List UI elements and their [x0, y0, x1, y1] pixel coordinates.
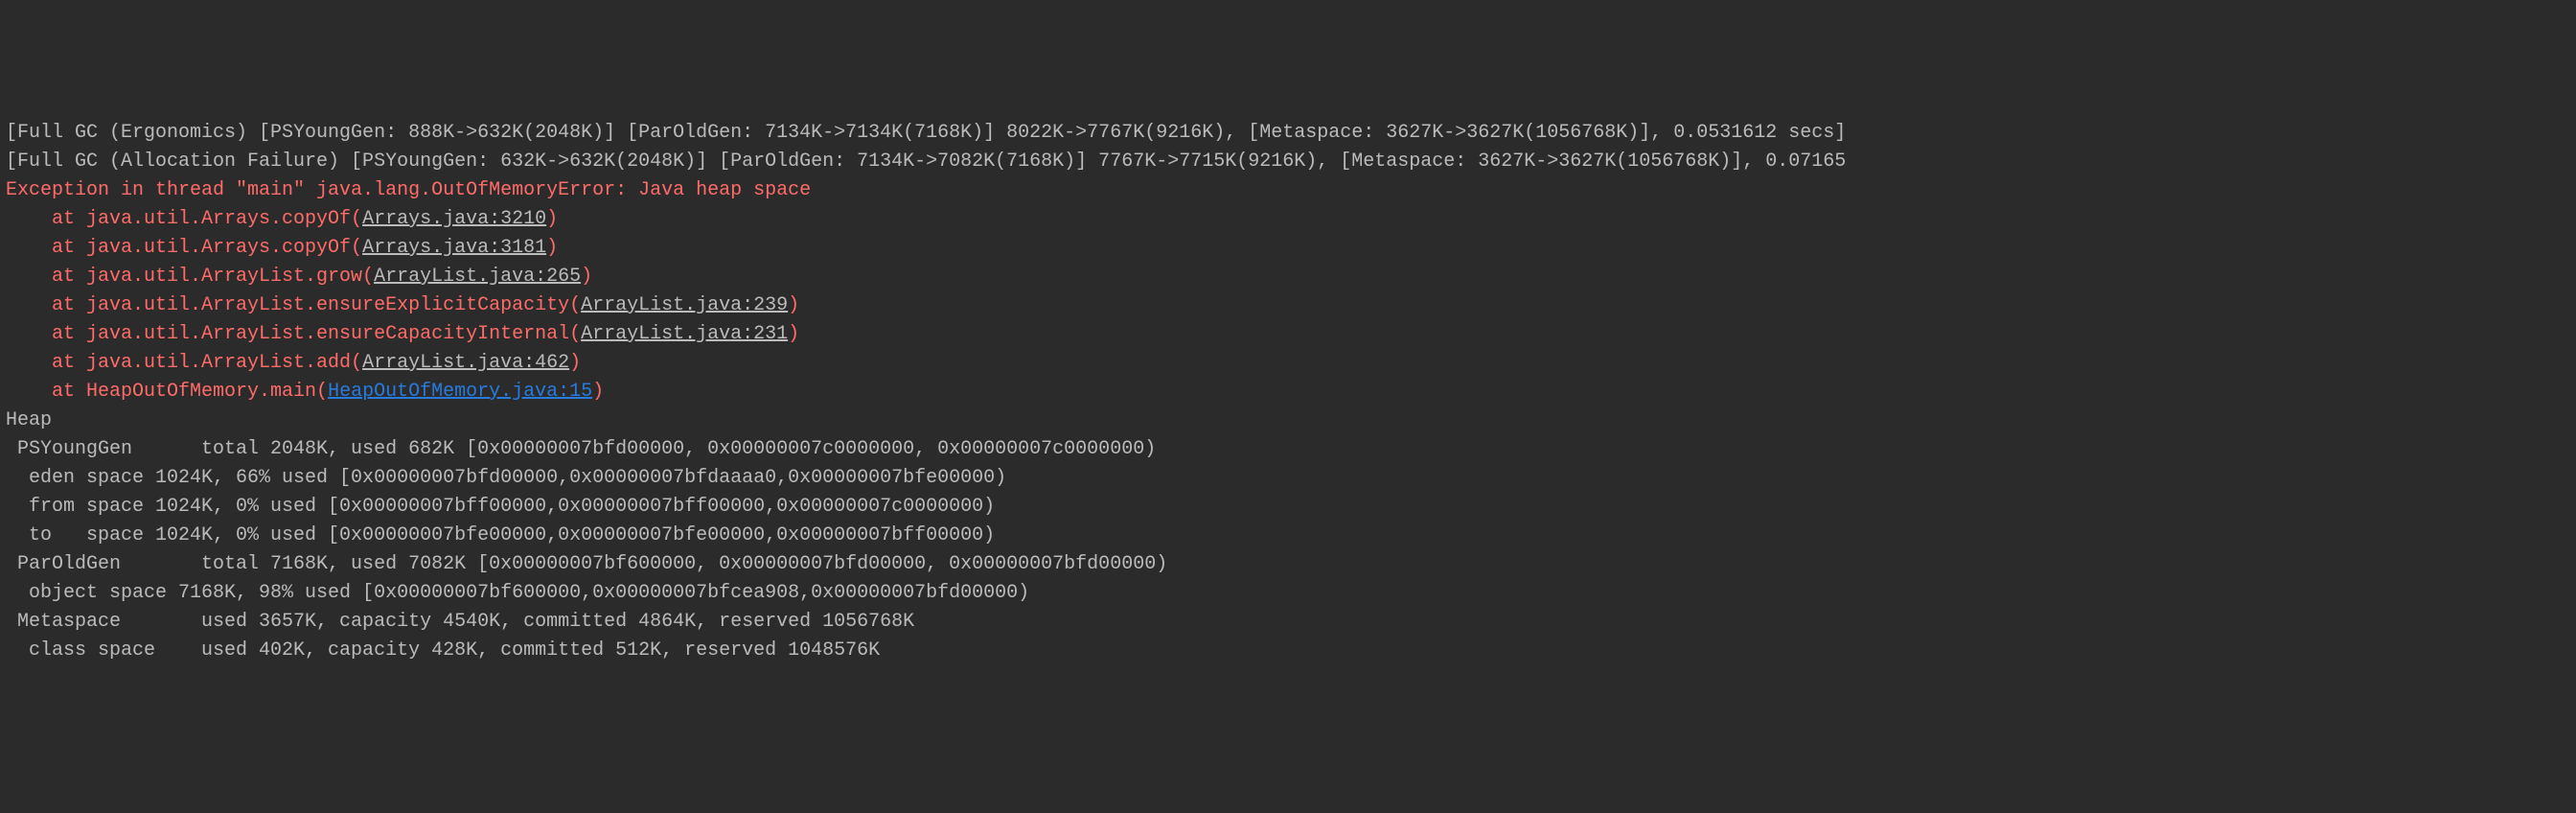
stacktrace-suffix: ): [788, 323, 799, 345]
stacktrace-source-link[interactable]: Arrays.java:3210: [362, 208, 546, 230]
heap-dump-text: object space 7168K, 98% used [0x00000007…: [6, 582, 1029, 604]
stacktrace-source-link[interactable]: ArrayList.java:265: [374, 266, 581, 288]
heap-dump-line: class space used 402K, capacity 428K, co…: [6, 637, 2570, 665]
heap-dump-text: eden space 1024K, 66% used [0x00000007bf…: [6, 467, 1006, 489]
heap-dump-text: class space used 402K, capacity 428K, co…: [6, 639, 880, 662]
stacktrace-source-link[interactable]: ArrayList.java:462: [362, 352, 569, 374]
stacktrace-source-link[interactable]: HeapOutOfMemory.java:15: [328, 381, 592, 403]
gc-log-line: [Full GC (Ergonomics) [PSYoungGen: 888K-…: [6, 119, 2570, 148]
stacktrace-prefix: at java.util.ArrayList.ensureCapacityInt…: [6, 323, 581, 345]
console-output: [Full GC (Ergonomics) [PSYoungGen: 888K-…: [6, 119, 2570, 665]
stacktrace-line: at java.util.Arrays.copyOf(Arrays.java:3…: [6, 205, 2570, 234]
stacktrace-prefix: at java.util.ArrayList.ensureExplicitCap…: [6, 294, 581, 316]
stacktrace-suffix: ): [569, 352, 581, 374]
stacktrace-suffix: ): [581, 266, 592, 288]
heap-dump-text: Heap: [6, 409, 52, 431]
stacktrace-line: at java.util.ArrayList.ensureCapacityInt…: [6, 320, 2570, 349]
stacktrace-suffix: ): [546, 237, 558, 259]
stacktrace-line: at java.util.ArrayList.ensureExplicitCap…: [6, 291, 2570, 320]
stacktrace-prefix: at java.util.ArrayList.grow(: [6, 266, 374, 288]
exception-header-text: Exception in thread "main" java.lang.Out…: [6, 179, 811, 201]
stacktrace-suffix: ): [788, 294, 799, 316]
gc-log-line: [Full GC (Allocation Failure) [PSYoungGe…: [6, 148, 2570, 176]
stacktrace-line: at HeapOutOfMemory.main(HeapOutOfMemory.…: [6, 378, 2570, 406]
exception-header-line: Exception in thread "main" java.lang.Out…: [6, 176, 2570, 205]
heap-dump-text: to space 1024K, 0% used [0x00000007bfe00…: [6, 524, 995, 546]
heap-dump-text: from space 1024K, 0% used [0x00000007bff…: [6, 496, 995, 518]
heap-dump-line: object space 7168K, 98% used [0x00000007…: [6, 579, 2570, 608]
stacktrace-prefix: at HeapOutOfMemory.main(: [6, 381, 328, 403]
stacktrace-source-link[interactable]: Arrays.java:3181: [362, 237, 546, 259]
stacktrace-suffix: ): [546, 208, 558, 230]
gc-log-text: [Full GC (Ergonomics) [PSYoungGen: 888K-…: [6, 122, 1846, 144]
stacktrace-prefix: at java.util.Arrays.copyOf(: [6, 237, 362, 259]
heap-dump-line: Metaspace used 3657K, capacity 4540K, co…: [6, 608, 2570, 637]
stacktrace-prefix: at java.util.Arrays.copyOf(: [6, 208, 362, 230]
stacktrace-line: at java.util.Arrays.copyOf(Arrays.java:3…: [6, 234, 2570, 263]
heap-dump-line: eden space 1024K, 66% used [0x00000007bf…: [6, 464, 2570, 493]
stacktrace-source-link[interactable]: ArrayList.java:231: [581, 323, 788, 345]
gc-log-text: [Full GC (Allocation Failure) [PSYoungGe…: [6, 151, 1846, 173]
heap-dump-text: Metaspace used 3657K, capacity 4540K, co…: [6, 611, 914, 633]
stacktrace-suffix: ): [592, 381, 604, 403]
heap-dump-line: PSYoungGen total 2048K, used 682K [0x000…: [6, 435, 2570, 464]
heap-dump-line: ParOldGen total 7168K, used 7082K [0x000…: [6, 550, 2570, 579]
stacktrace-source-link[interactable]: ArrayList.java:239: [581, 294, 788, 316]
stacktrace-line: at java.util.ArrayList.add(ArrayList.jav…: [6, 349, 2570, 378]
heap-dump-text: PSYoungGen total 2048K, used 682K [0x000…: [6, 438, 1156, 460]
heap-dump-line: Heap: [6, 406, 2570, 435]
stacktrace-prefix: at java.util.ArrayList.add(: [6, 352, 362, 374]
heap-dump-line: to space 1024K, 0% used [0x00000007bfe00…: [6, 522, 2570, 550]
stacktrace-line: at java.util.ArrayList.grow(ArrayList.ja…: [6, 263, 2570, 291]
heap-dump-text: ParOldGen total 7168K, used 7082K [0x000…: [6, 553, 1167, 575]
heap-dump-line: from space 1024K, 0% used [0x00000007bff…: [6, 493, 2570, 522]
